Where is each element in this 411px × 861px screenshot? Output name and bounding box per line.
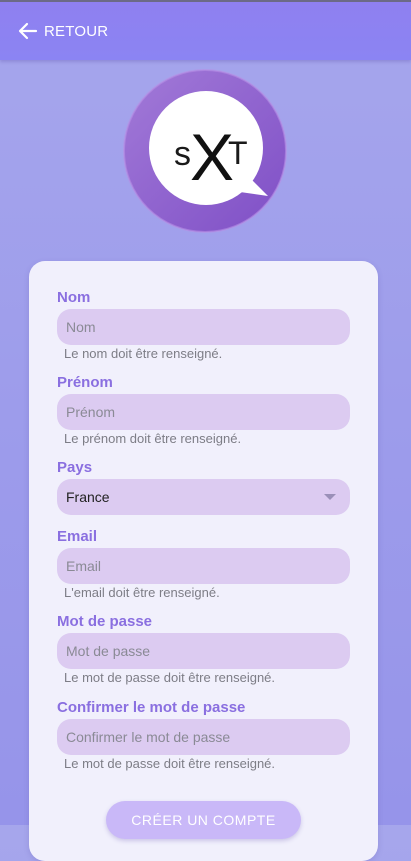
back-button[interactable]: RETOUR <box>18 19 108 43</box>
password-help: Le mot de passe doit être renseigné. <box>64 670 276 685</box>
password-label: Mot de passe <box>57 613 153 630</box>
prenom-group: Prénom Le prénom doit être renseigné. <box>57 374 350 447</box>
signup-card: Nom Le nom doit être renseigné. Prénom L… <box>29 261 378 861</box>
nom-group: Nom Le nom doit être renseigné. <box>57 289 350 362</box>
logo-letter-t: T <box>228 135 248 171</box>
confirm-password-group: Confirmer le mot de passe Le mot de pass… <box>57 699 350 772</box>
confirm-password-help: Le mot de passe doit être renseigné. <box>64 756 276 771</box>
nom-help: Le nom doit être renseigné. <box>64 346 223 361</box>
confirm-password-label: Confirmer le mot de passe <box>57 699 246 716</box>
pays-group: Pays France <box>57 459 350 515</box>
password-input[interactable] <box>57 633 350 669</box>
confirm-password-input[interactable] <box>57 719 350 755</box>
prenom-input[interactable] <box>57 394 350 430</box>
app-logo: s X T <box>123 69 287 233</box>
create-account-button[interactable]: CRÉER UN COMPTE <box>106 801 301 839</box>
back-label: RETOUR <box>44 22 109 40</box>
prenom-help: Le prénom doit être renseigné. <box>64 431 242 446</box>
nom-label: Nom <box>57 289 91 306</box>
prenom-label: Prénom <box>57 374 113 391</box>
arrow-left-icon <box>18 22 38 40</box>
email-input[interactable] <box>57 548 350 584</box>
password-group: Mot de passe Le mot de passe doit être r… <box>57 613 350 686</box>
logo-letter-s: s <box>174 135 191 173</box>
chevron-down-icon <box>324 494 336 500</box>
email-group: Email L'email doit être renseigné. <box>57 528 350 601</box>
email-help: L'email doit être renseigné. <box>64 585 220 600</box>
nom-input[interactable] <box>57 309 350 345</box>
pays-label: Pays <box>57 459 93 476</box>
email-label: Email <box>57 528 98 545</box>
top-app-bar: RETOUR <box>0 0 411 60</box>
pays-select[interactable]: France <box>57 479 350 515</box>
pays-selected-value: France <box>66 489 110 505</box>
